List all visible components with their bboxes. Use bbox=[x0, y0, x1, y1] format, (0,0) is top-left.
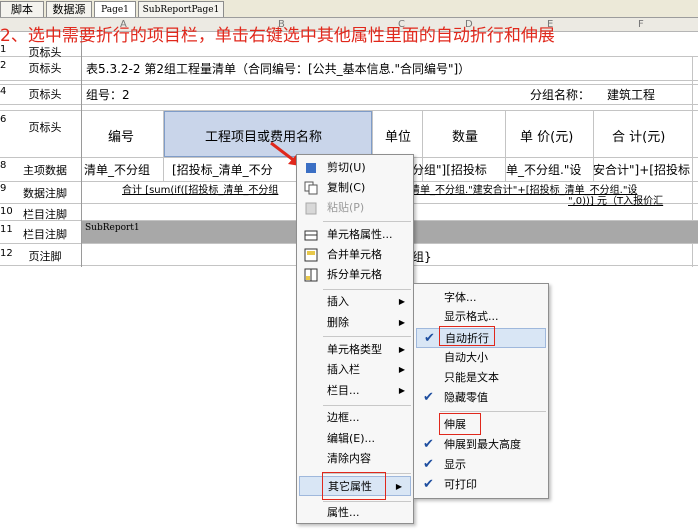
tab-script[interactable]: 脚本 bbox=[0, 1, 44, 17]
menu-columns[interactable]: 栏目... ▶ bbox=[297, 381, 413, 401]
submenu-arrow-icon: ▶ bbox=[395, 482, 402, 491]
row-label: 栏目注脚 bbox=[23, 208, 67, 221]
data-price-cell[interactable]: 单_不分组."设 bbox=[506, 161, 581, 178]
merge-cells-icon bbox=[304, 248, 318, 262]
header-qty-cell[interactable]: 数量 bbox=[452, 126, 478, 145]
submenu-stretch-max-height[interactable]: ✔ 伸展到最大高度 bbox=[414, 435, 548, 455]
submenu-stretch[interactable]: 伸展 bbox=[414, 415, 548, 435]
row-label: 页标头 bbox=[28, 46, 62, 59]
footer-sum-cell-3[interactable]: ",0))] 元（T入报价汇 bbox=[568, 192, 663, 207]
menu-edit[interactable]: 编辑(E)... bbox=[297, 429, 413, 449]
data-qty-cell[interactable]: 分组"][招投标 bbox=[412, 161, 487, 178]
annotation-box-stretch bbox=[439, 413, 481, 435]
menu-cell-type[interactable]: 单元格类型 ▶ bbox=[297, 340, 413, 360]
row-number: 4 bbox=[0, 86, 7, 97]
row-number: 12 bbox=[0, 248, 13, 259]
group-name-label[interactable]: 分组名称： bbox=[530, 86, 590, 103]
cut-icon bbox=[306, 163, 316, 173]
submenu-arrow-icon: ▶ bbox=[398, 386, 405, 395]
menu-properties[interactable]: 属性... bbox=[297, 503, 413, 523]
header-total-cell[interactable]: 合 计(元) bbox=[612, 126, 665, 145]
menu-cut[interactable]: 剪切(U) bbox=[297, 158, 413, 178]
row-label: 栏目注脚 bbox=[23, 228, 67, 241]
row-number: 2 bbox=[0, 60, 7, 71]
page-footer-cell[interactable]: 组} bbox=[412, 248, 432, 265]
check-icon: ✔ bbox=[423, 477, 434, 492]
row-number: 11 bbox=[0, 224, 13, 235]
submenu-arrow-icon: ▶ bbox=[398, 345, 405, 354]
submenu-auto-size[interactable]: 自动大小 bbox=[414, 348, 548, 368]
other-properties-submenu: 字体... 显示格式... ✔ 自动折行 自动大小 只能是文本 ✔ 隐藏零值 伸展 … bbox=[413, 283, 549, 499]
group-name-value[interactable]: 建筑工程 bbox=[607, 86, 655, 103]
submenu-font[interactable]: 字体... bbox=[414, 288, 548, 308]
tab-datasource[interactable]: 数据源 bbox=[46, 1, 92, 17]
menu-paste[interactable]: 粘贴(P) bbox=[297, 198, 413, 218]
row-label: 页注脚 bbox=[28, 250, 62, 263]
split-cells-icon bbox=[304, 268, 318, 282]
menu-insert-band[interactable]: 插入栏 ▶ bbox=[297, 360, 413, 380]
data-item-cell[interactable]: [招投标_清单_不分 bbox=[172, 161, 273, 178]
check-icon: ✔ bbox=[423, 390, 434, 405]
menu-delete[interactable]: 删除 ▶ bbox=[297, 313, 413, 333]
submenu-text-only[interactable]: 只能是文本 bbox=[414, 368, 548, 388]
annotation-box-auto-wrap bbox=[439, 326, 495, 346]
menu-copy[interactable]: 复制(C) bbox=[297, 178, 413, 198]
context-menu: 剪切(U) 复制(C) 粘贴(P) 单元格属性... 合并单元格 拆分单元格 插… bbox=[296, 154, 414, 524]
data-code-cell[interactable]: 清单_不分组 bbox=[84, 161, 150, 178]
group-number-cell[interactable]: 组号：2 bbox=[86, 86, 130, 103]
annotation-box-other-properties bbox=[322, 472, 386, 500]
tab-page1[interactable]: Page1 bbox=[94, 1, 136, 17]
check-icon: ✔ bbox=[424, 331, 435, 346]
header-item-cell[interactable]: 工程项目或费用名称 bbox=[205, 126, 322, 145]
menu-split-cells[interactable]: 拆分单元格 bbox=[297, 265, 413, 285]
menu-border[interactable]: 边框... bbox=[297, 408, 413, 428]
sheet-tab-bar: 脚本 数据源 Page1 SubReportPage1 bbox=[0, 0, 698, 18]
header-code-cell[interactable]: 编号 bbox=[108, 126, 134, 145]
row-label: 页标头 bbox=[28, 88, 62, 101]
menu-clear-content[interactable]: 清除内容 bbox=[297, 449, 413, 469]
data-total-cell[interactable]: 安合计"]+[招投标 bbox=[593, 161, 690, 178]
footer-sum-cell[interactable]: 合计 [sum(if([招投标_清单_不分组 bbox=[122, 181, 278, 196]
menu-cell-properties[interactable]: 单元格属性... bbox=[297, 225, 413, 245]
menu-insert[interactable]: 插入 ▶ bbox=[297, 292, 413, 312]
menu-merge-cells[interactable]: 合并单元格 bbox=[297, 245, 413, 265]
header-price-cell[interactable]: 单 价(元) bbox=[520, 126, 573, 145]
submenu-hide-zero[interactable]: ✔ 隐藏零值 bbox=[414, 388, 548, 408]
submenu-arrow-icon: ▶ bbox=[398, 297, 405, 306]
subreport-label: SubReport1 bbox=[85, 223, 140, 233]
cell-properties-icon bbox=[304, 230, 318, 241]
submenu-printable[interactable]: ✔ 可打印 bbox=[414, 475, 548, 495]
submenu-visible[interactable]: ✔ 显示 bbox=[414, 455, 548, 475]
tab-subreportpage1[interactable]: SubReportPage1 bbox=[138, 1, 224, 17]
submenu-arrow-icon: ▶ bbox=[398, 318, 405, 327]
check-icon: ✔ bbox=[423, 437, 434, 452]
submenu-arrow-icon: ▶ bbox=[398, 365, 405, 374]
row-label: 页标头 bbox=[28, 62, 62, 75]
row-label: 页标头 bbox=[28, 121, 62, 134]
check-icon: ✔ bbox=[423, 457, 434, 472]
submenu-display-format[interactable]: 显示格式... bbox=[414, 307, 548, 327]
row-number: 10 bbox=[0, 206, 13, 217]
row-label: 数据注脚 bbox=[23, 187, 67, 200]
header-unit-cell[interactable]: 单位 bbox=[385, 126, 411, 145]
row-label: 主项数据 bbox=[23, 164, 67, 177]
report-title-cell[interactable]: 表5.3.2-2 第2组工程量清单（合同编号：[公共_基本信息."合同编号"]） bbox=[86, 60, 470, 77]
instruction-annotation: 2、选中需要折行的项目栏，单击右键选中其他属性里面的自动折行和伸展 bbox=[0, 26, 555, 46]
row-number: 9 bbox=[0, 183, 7, 194]
column-letter[interactable]: F bbox=[638, 18, 644, 32]
paste-icon bbox=[305, 202, 317, 215]
row-number: 6 bbox=[0, 114, 7, 125]
row-number: 8 bbox=[0, 160, 7, 171]
copy-icon bbox=[304, 181, 318, 195]
